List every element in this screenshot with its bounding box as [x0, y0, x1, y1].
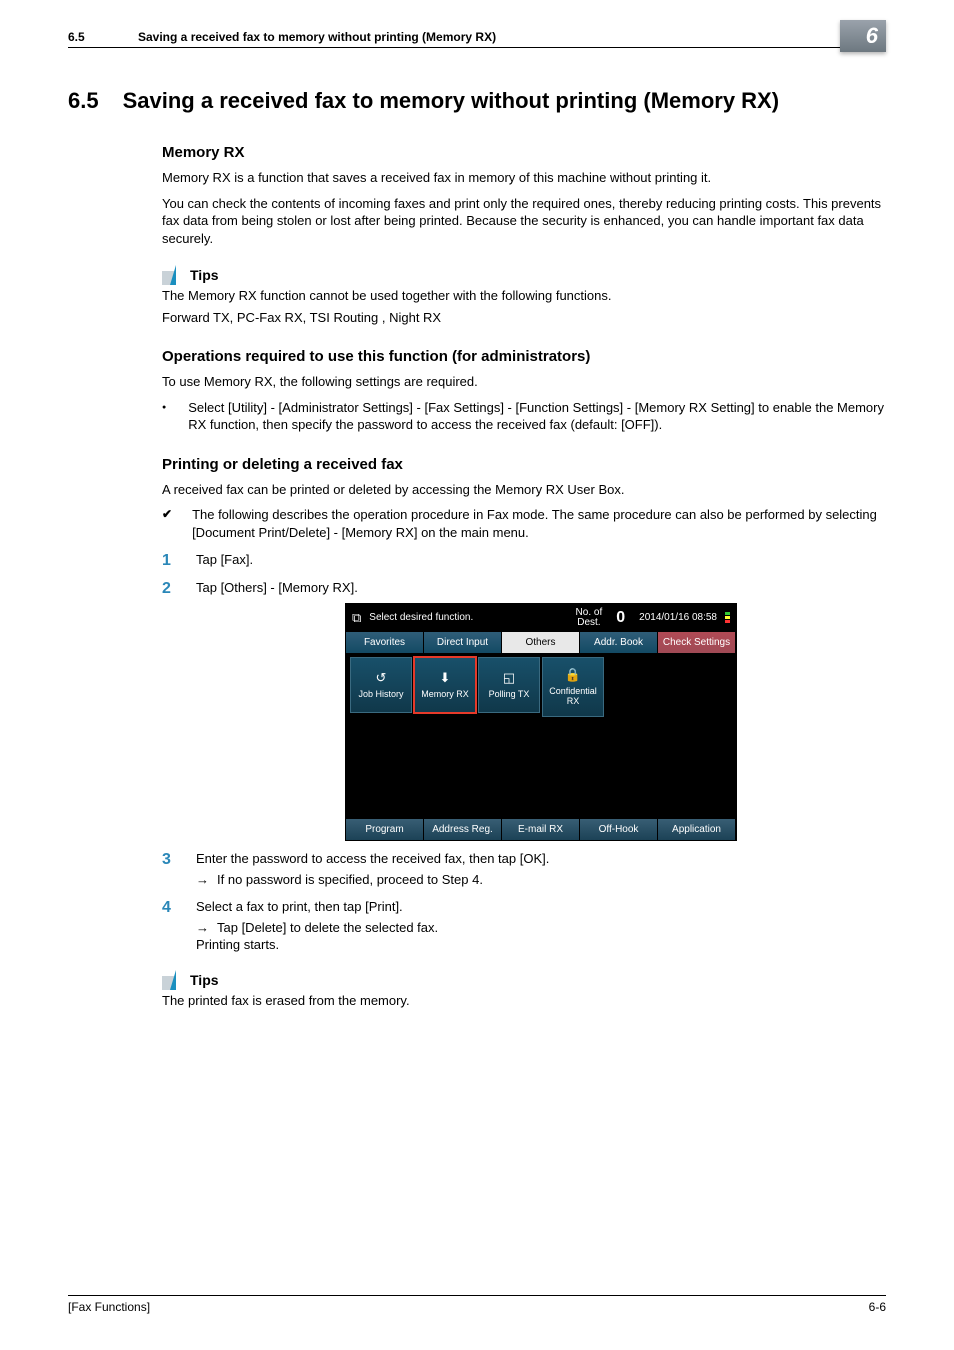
- step-1: Tap [Fax].: [196, 552, 253, 570]
- memory-rx-p1: Memory RX is a function that saves a rec…: [162, 169, 886, 187]
- footer-off-hook[interactable]: Off-Hook: [580, 819, 658, 840]
- btn-polling-tx[interactable]: ◱ Polling TX: [478, 657, 540, 713]
- tips-icon: [162, 265, 184, 285]
- btn-memory-rx[interactable]: ⬇ Memory RX: [414, 657, 476, 713]
- chapter-tab: 6: [840, 20, 886, 52]
- step-4-sub: Tap [Delete] to delete the selected fax.: [217, 920, 438, 935]
- device-screenshot: ⧉ Select desired function. No. of Dest. …: [345, 603, 737, 841]
- tab-direct-input[interactable]: Direct Input: [424, 632, 502, 653]
- step-4-p: Printing starts.: [196, 937, 438, 952]
- history-icon: ↺: [372, 669, 390, 687]
- printing-check: The following describes the operation pr…: [192, 506, 886, 541]
- running-header: 6.5 Saving a received fax to memory with…: [68, 30, 886, 48]
- btn-confidential-rx-label: Confidential RX: [543, 687, 603, 707]
- tips2-line1: The printed fax is erased from the memor…: [162, 992, 886, 1010]
- operations-bullet: Select [Utility] - [Administrator Settin…: [188, 399, 886, 434]
- operations-heading: Operations required to use this function…: [162, 348, 886, 365]
- page-footer: [Fax Functions] 6-6: [68, 1295, 886, 1314]
- tips1-line2: Forward TX, PC-Fax RX, TSI Routing , Nig…: [162, 309, 886, 327]
- tips-block-2: Tips: [162, 970, 886, 990]
- step-2: Tap [Others] - [Memory RX].: [196, 580, 358, 595]
- section-title-text: Saving a received fax to memory without …: [123, 88, 779, 114]
- header-section-number: 6.5: [68, 30, 118, 44]
- tips-icon: [162, 970, 184, 990]
- tips-label: Tips: [190, 267, 219, 283]
- footer-right: 6-6: [869, 1300, 886, 1314]
- operations-p1: To use Memory RX, the following settings…: [162, 373, 886, 391]
- btn-confidential-rx[interactable]: 🔒 Confidential RX: [542, 657, 604, 717]
- step-3: Enter the password to access the receive…: [196, 851, 549, 866]
- section-number: 6.5: [68, 88, 99, 114]
- device-prompt: Select desired function.: [369, 612, 567, 623]
- dest-label: No. of Dest.: [576, 608, 603, 628]
- footer-email-rx[interactable]: E-mail RX: [502, 819, 580, 840]
- btn-job-history-label: Job History: [358, 690, 403, 700]
- lock-icon: 🔒: [564, 666, 582, 684]
- tab-others[interactable]: Others: [502, 632, 580, 653]
- btn-polling-tx-label: Polling TX: [489, 690, 530, 700]
- tips1-line1: The Memory RX function cannot be used to…: [162, 287, 886, 305]
- download-icon: ⬇: [436, 669, 454, 687]
- footer-program[interactable]: Program: [346, 819, 424, 840]
- footer-address-reg[interactable]: Address Reg.: [424, 819, 502, 840]
- step-4: Select a fax to print, then tap [Print].: [196, 899, 403, 914]
- memory-indicator-icon: [725, 612, 730, 623]
- printing-p1: A received fax can be printed or deleted…: [162, 481, 886, 499]
- step-3-sub: If no password is specified, proceed to …: [217, 872, 483, 887]
- btn-job-history[interactable]: ↺ Job History: [350, 657, 412, 713]
- memory-rx-p2: You can check the contents of incoming f…: [162, 195, 886, 248]
- memory-rx-heading: Memory RX: [162, 144, 886, 161]
- header-section-title: Saving a received fax to memory without …: [138, 30, 886, 44]
- doc-list-icon: ⧉: [352, 610, 361, 626]
- polling-icon: ◱: [500, 669, 518, 687]
- dest-count: 0: [610, 609, 631, 627]
- tab-favorites[interactable]: Favorites: [346, 632, 424, 653]
- printing-heading: Printing or deleting a received fax: [162, 456, 886, 473]
- timestamp: 2014/01/16 08:58: [639, 612, 717, 623]
- btn-memory-rx-label: Memory RX: [421, 690, 469, 700]
- footer-application[interactable]: Application: [658, 819, 736, 840]
- tips-block-1: Tips: [162, 265, 886, 285]
- section-heading: 6.5 Saving a received fax to memory with…: [68, 88, 886, 114]
- footer-left: [Fax Functions]: [68, 1300, 150, 1314]
- tab-check-settings[interactable]: Check Settings: [658, 632, 736, 653]
- tab-addr-book[interactable]: Addr. Book: [580, 632, 658, 653]
- tips-label: Tips: [190, 972, 219, 988]
